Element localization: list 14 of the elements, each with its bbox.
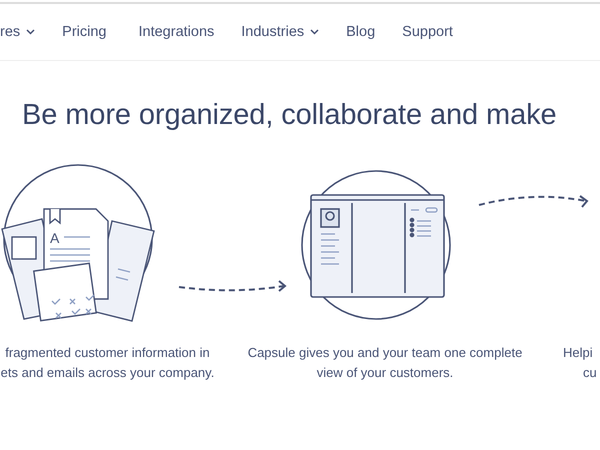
caption-text: ets and emails across your company.	[0, 365, 214, 380]
nav-link[interactable]: Blog	[346, 24, 376, 40]
caption-text: Helpi	[563, 345, 593, 360]
letter-label: A	[50, 230, 60, 246]
caption-text: cu	[583, 365, 597, 380]
nav-link[interactable]: Integrations	[138, 24, 214, 40]
caption-text: Capsule gives you and your team one complete	[248, 345, 522, 360]
hero-heading: Be more organized, collaborate and make	[22, 99, 558, 132]
nav-link[interactable]: Support	[402, 24, 453, 40]
caption-text: view of your customers.	[316, 365, 454, 380]
caption-text: fragmented customer information in	[5, 345, 210, 360]
nav-link[interactable]: Industries	[241, 24, 320, 40]
nav-link[interactable]: Pricing	[62, 24, 106, 40]
nav-link[interactable]: res	[0, 24, 36, 40]
